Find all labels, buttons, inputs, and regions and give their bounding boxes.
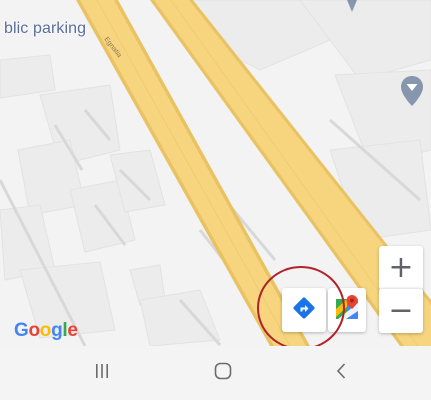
- google-logo-letter: g: [51, 320, 63, 341]
- zoom-out-button[interactable]: −: [379, 288, 423, 333]
- zoom-in-button[interactable]: +: [379, 246, 423, 290]
- poi-marker-icon[interactable]: [400, 75, 424, 112]
- google-maps-icon: [335, 294, 359, 326]
- google-logo-letter: o: [28, 320, 40, 341]
- recents-icon: [93, 362, 111, 385]
- google-logo-letter: e: [67, 320, 78, 341]
- android-nav-bar: [0, 346, 431, 400]
- map-marker-icon[interactable]: [346, 0, 358, 19]
- home-icon: [213, 361, 233, 386]
- directions-icon: [292, 296, 316, 325]
- place-label[interactable]: blic parking: [4, 20, 86, 38]
- google-logo-letter: o: [39, 320, 52, 341]
- back-icon: [333, 362, 351, 385]
- map-view[interactable]: blic parking Egnatia: [0, 0, 431, 346]
- directions-button[interactable]: [282, 288, 326, 332]
- map-base: [0, 0, 431, 346]
- recents-button[interactable]: [87, 360, 117, 386]
- google-logo: Google: [14, 320, 78, 342]
- home-button[interactable]: [208, 360, 238, 386]
- open-in-maps-button[interactable]: [328, 288, 366, 332]
- google-logo-letter: G: [14, 320, 29, 341]
- back-button[interactable]: [327, 360, 357, 386]
